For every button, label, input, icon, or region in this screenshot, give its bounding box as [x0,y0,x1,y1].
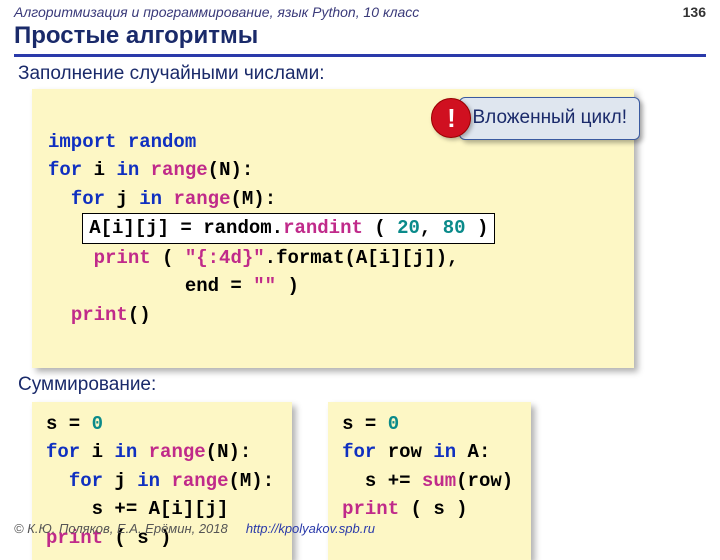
code-sum-rows: s = 0 for row in A: s += sum(row) print … [328,402,531,560]
course-label: Алгоритмизация и программирование, язык … [14,4,419,20]
callout: ! Вложенный цикл! [431,97,640,140]
footer-link[interactable]: http://kpolyakov.spb.ru [246,521,375,536]
code-fill: import random for i in range(N): for j i… [32,89,634,368]
section-fill: Заполнение случайными числами: [18,63,720,85]
page-title: Простые алгоритмы [14,22,706,57]
code-sum-nested: s = 0 for i in range(N): for j in range(… [32,402,292,560]
footer: © К.Ю. Поляков, Е.А. Ерёмин, 2018 http:/… [14,521,375,536]
page-number: 136 [683,4,706,20]
highlight-line: A[i][j] = random.randint ( 20, 80 ) [82,213,495,244]
slide-header: Алгоритмизация и программирование, язык … [0,0,720,20]
callout-text: Вложенный цикл! [459,97,640,140]
copyright: © К.Ю. Поляков, Е.А. Ерёмин, 2018 [14,521,228,536]
section-sum: Суммирование: [18,374,720,396]
